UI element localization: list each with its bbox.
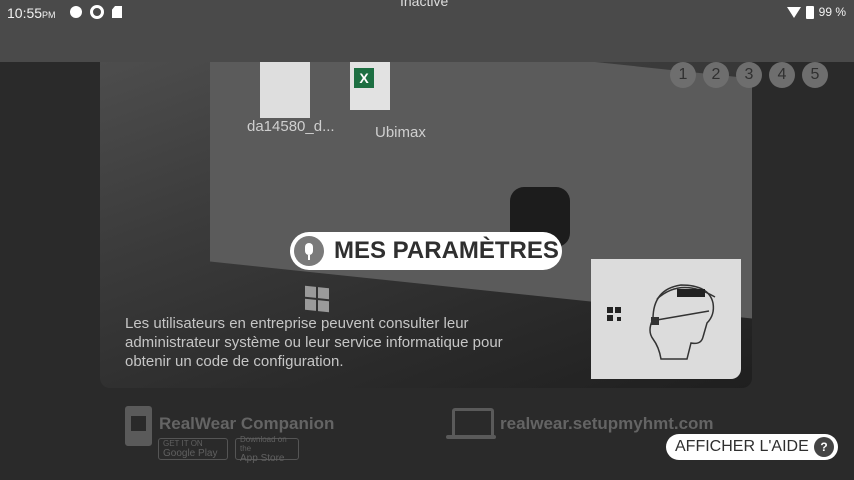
- system-icons: 99 %: [786, 5, 846, 19]
- status-text: Inactive: [400, 0, 449, 9]
- excel-icon: X: [350, 62, 390, 110]
- desktop-label: da14580_d...: [247, 118, 335, 135]
- battery-icon: [805, 5, 814, 19]
- sync-icon: [90, 5, 104, 19]
- notification-icons: [70, 5, 122, 19]
- page-3[interactable]: 3: [736, 62, 762, 88]
- windows-logo-icon: [305, 285, 329, 313]
- google-play-badge[interactable]: GET IT ON Google Play: [158, 438, 228, 460]
- settings-voice-button[interactable]: MES PARAMÈTRES: [290, 232, 562, 270]
- page-title: MES PARAMÈTRES: [334, 237, 559, 264]
- help-label: AFFICHER L'AIDE: [675, 438, 809, 455]
- qr-laptop-icon: [452, 408, 494, 438]
- page-2[interactable]: 2: [703, 62, 729, 88]
- page-5[interactable]: 5: [802, 62, 828, 88]
- clock: 10:55PM: [7, 5, 56, 21]
- circle-notification-icon: [70, 6, 82, 18]
- sd-card-icon: [112, 6, 122, 18]
- page-1[interactable]: 1: [670, 62, 696, 88]
- wifi-icon: [786, 6, 801, 18]
- companion-title: RealWear Companion: [159, 414, 335, 433]
- headset-illustration: [591, 259, 741, 379]
- desktop-label: Ubimax: [375, 124, 426, 141]
- status-bar: 10:55PM Inactive 99 %: [0, 0, 854, 62]
- page-4[interactable]: 4: [769, 62, 795, 88]
- description: Les utilisateurs en entreprise peuvent c…: [125, 315, 503, 370]
- laptop-base: [446, 435, 496, 439]
- pagination: 1 2 3 4 5: [670, 62, 828, 88]
- question-icon: ?: [814, 437, 834, 457]
- show-help-button[interactable]: AFFICHER L'AIDE ?: [666, 434, 838, 460]
- qr-phone-icon: [125, 406, 152, 446]
- battery-level: 99 %: [818, 5, 846, 19]
- document-icon: [260, 62, 310, 118]
- setup-url: realwear.setupmyhmt.com: [500, 414, 714, 433]
- microphone-icon: [294, 236, 324, 266]
- app-store-badge[interactable]: Download on the App Store: [235, 435, 299, 464]
